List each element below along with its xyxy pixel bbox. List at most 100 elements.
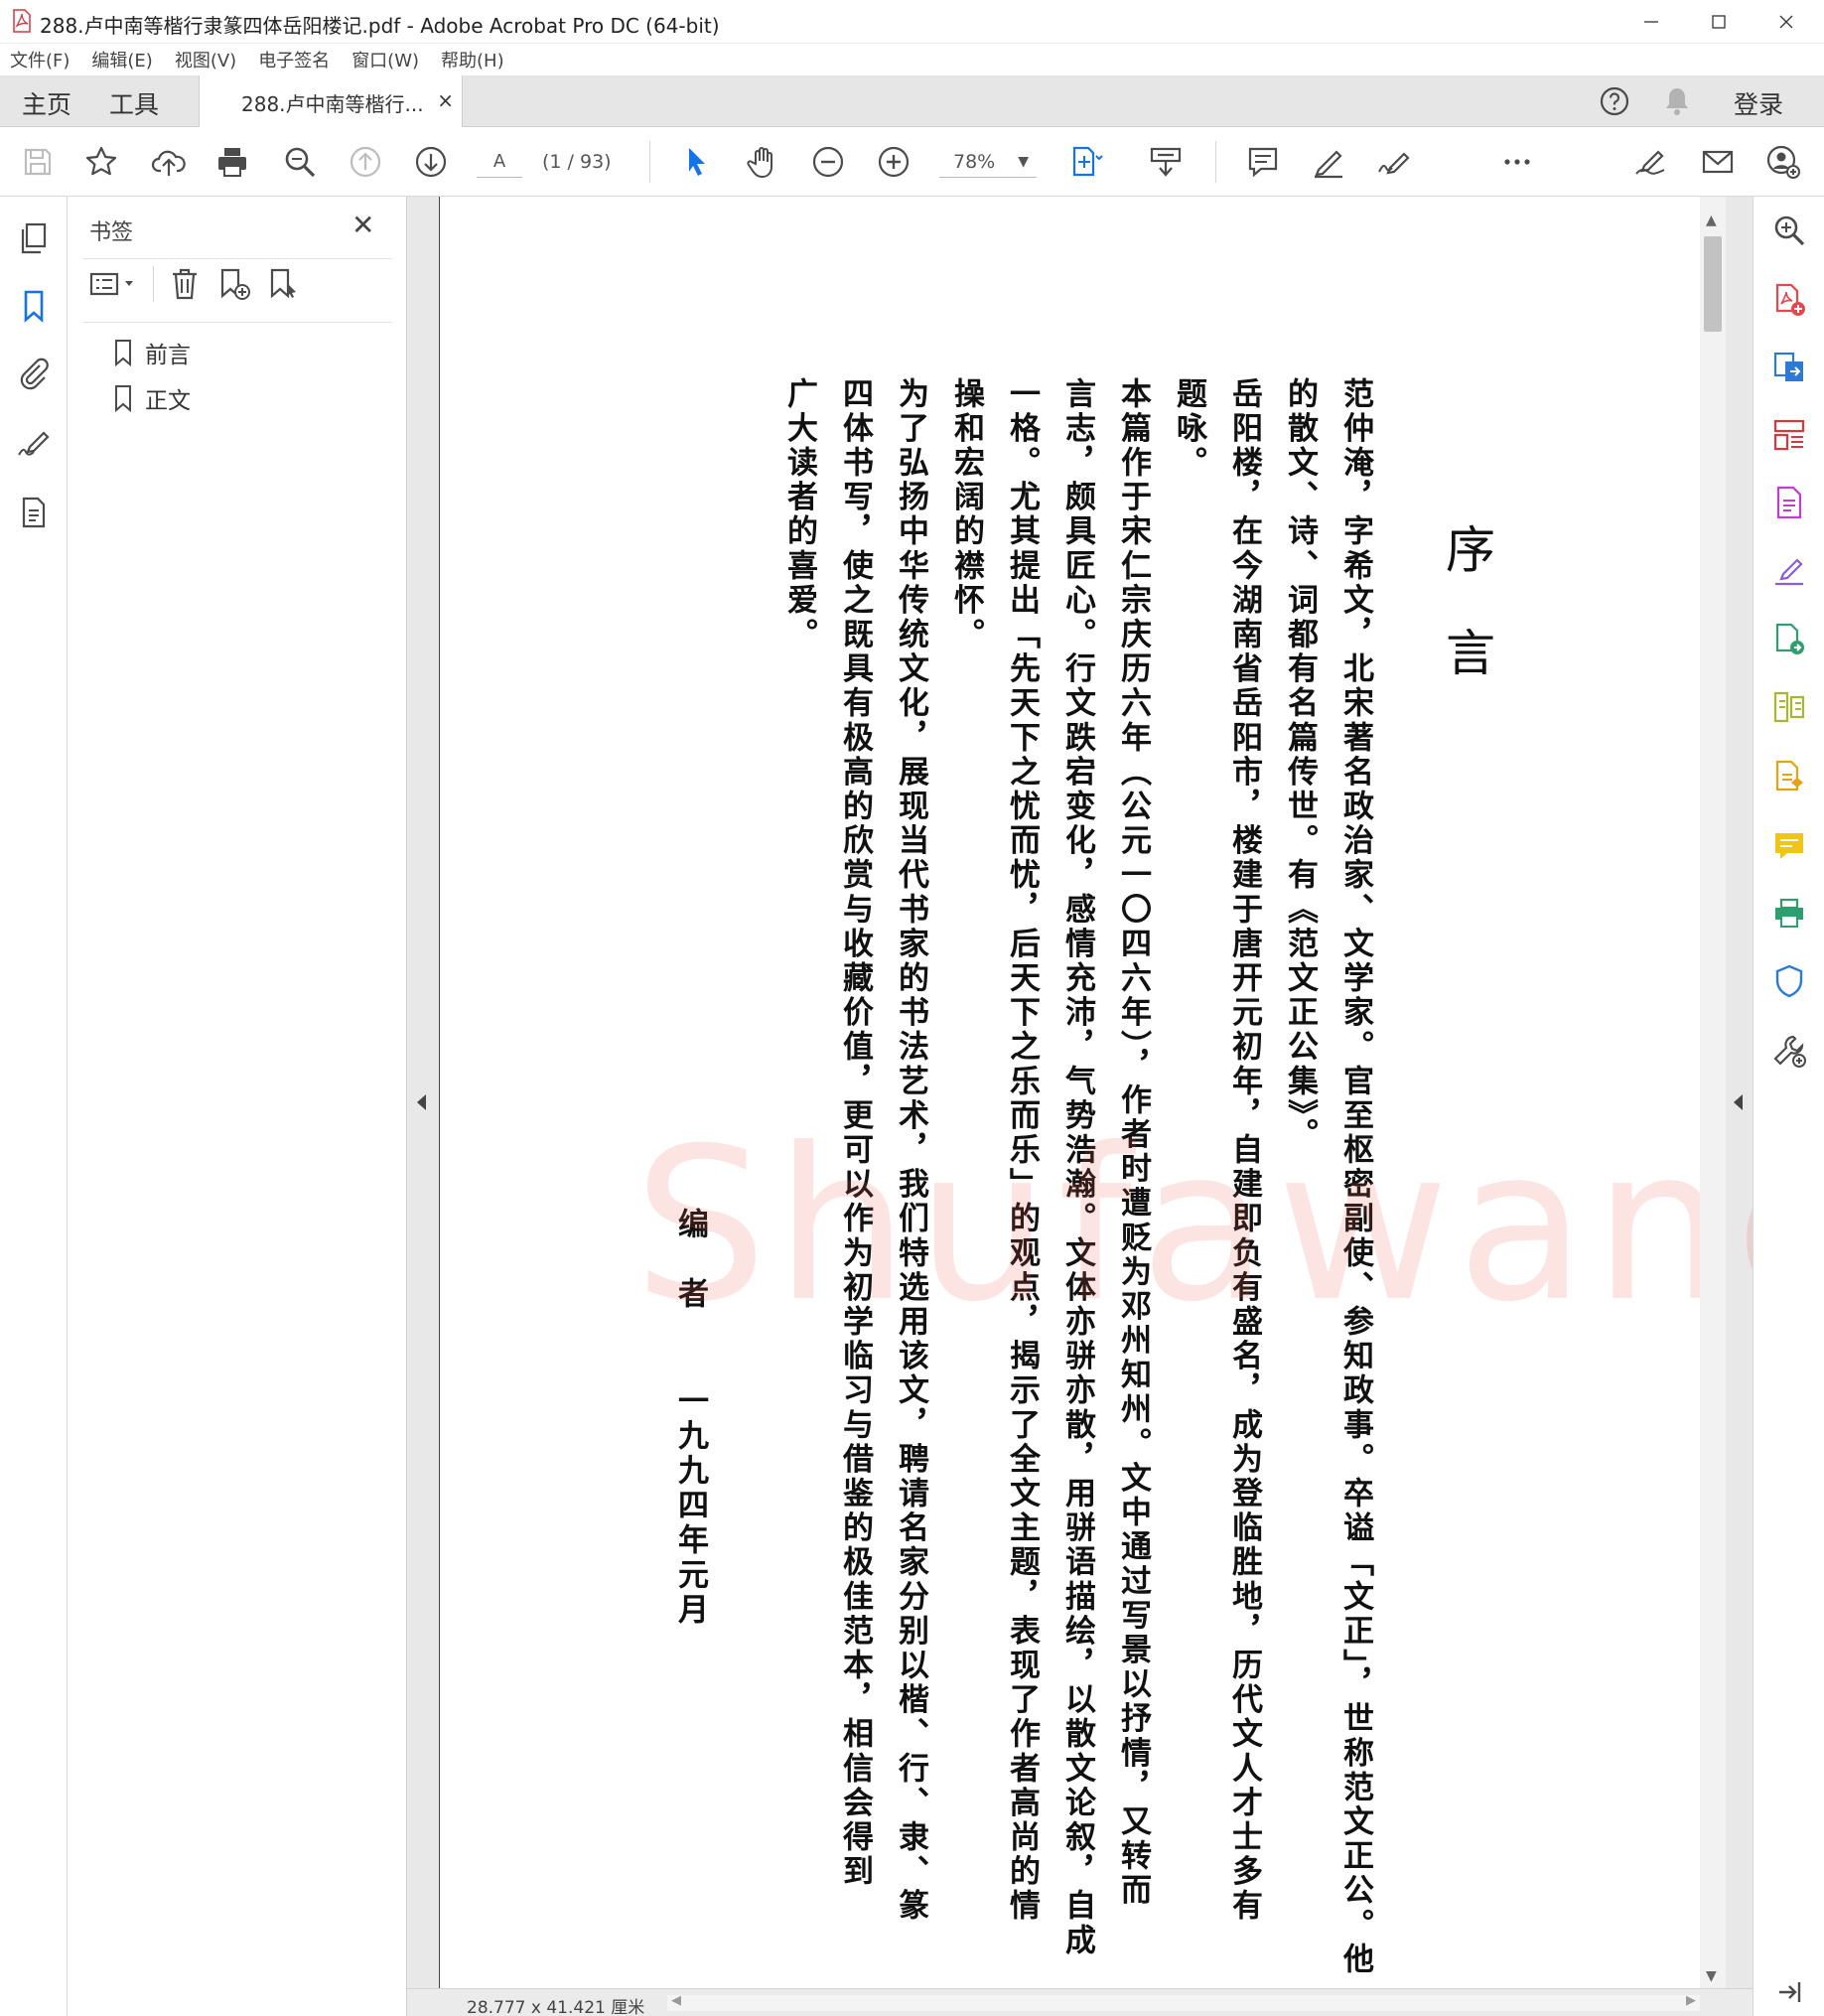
bookmark-item-main-text[interactable]: 正文 <box>113 381 191 415</box>
search-zoom-icon[interactable] <box>1771 213 1807 248</box>
page-thumbnails-icon[interactable] <box>16 220 52 256</box>
scroll-right-arrow-icon[interactable]: ▶ <box>1686 1993 1696 2008</box>
sign-button[interactable] <box>1374 142 1414 182</box>
scroll-up-arrow-icon[interactable]: ▲ <box>1706 213 1717 228</box>
toolbar-separator <box>1215 141 1216 183</box>
text-column: 为了弘扬中华传统文化，展现当代书家的书法艺术，我们特选用该文，聘请名家分别以楷、… <box>893 377 928 1924</box>
previous-page-button[interactable] <box>346 142 385 182</box>
highlighter-pen-icon <box>1315 150 1342 179</box>
magnifier-search-icon <box>285 147 316 178</box>
horizontal-scrollbar[interactable]: ◀ ▶ <box>667 1993 1700 2011</box>
collapse-left-panel-arrow-icon[interactable] <box>417 1094 426 1110</box>
bookmark-options-icon[interactable] <box>89 266 139 302</box>
arrow-down-circle-icon <box>415 146 447 178</box>
bookmark-star-button[interactable] <box>81 142 121 182</box>
signature-char: 编 <box>672 1208 708 1238</box>
help-icon[interactable] <box>1599 85 1630 117</box>
page-dimensions: 28.777 x 41.421 厘米 <box>467 1998 645 2016</box>
presentation-icon <box>1150 147 1182 177</box>
comment-tool-icon[interactable] <box>1771 828 1807 864</box>
text-column: 的散文、诗、词都有名篇传世。有《范文正公集》。 <box>1282 377 1318 1153</box>
bookmark-item-label: 正文 <box>145 388 191 414</box>
new-bookmark-icon[interactable] <box>216 266 252 302</box>
bookmark-item-preface[interactable]: 前言 <box>113 336 191 369</box>
page-number-input[interactable]: A <box>477 146 522 178</box>
print-production-icon[interactable] <box>1771 896 1807 932</box>
more-dots-icon <box>1504 159 1530 165</box>
text-column: 广大读者的喜爱。 <box>781 377 817 652</box>
toolbar: A (1 / 93) 78% ▼ <box>0 127 1824 197</box>
hand-tool-button[interactable] <box>743 142 782 182</box>
menu-file[interactable]: 文件(F) <box>10 47 70 72</box>
scroll-left-arrow-icon[interactable]: ◀ <box>671 1993 681 2008</box>
fit-page-button[interactable] <box>1066 142 1106 182</box>
edit-pdf-icon[interactable] <box>1771 485 1807 520</box>
fill-and-sign-icon[interactable] <box>1771 552 1807 588</box>
window-title: 288.卢中南等楷行隶篆四体岳阳楼记.pdf - Adobe Acrobat P… <box>40 14 720 38</box>
page-heading-char: 序 <box>1446 521 1495 579</box>
scrollbar-thumb[interactable] <box>1704 236 1722 332</box>
notification-bell-icon[interactable] <box>1662 85 1692 117</box>
trash-delete-icon[interactable] <box>167 266 203 302</box>
send-for-review-icon[interactable] <box>1771 759 1807 794</box>
share-user-button[interactable] <box>1763 142 1803 182</box>
document-layers-icon[interactable] <box>16 495 52 530</box>
fill-sign-button[interactable] <box>1630 142 1670 182</box>
close-panel-button[interactable]: ✕ <box>351 209 374 241</box>
arrow-up-circle-icon <box>350 146 381 178</box>
minimize-button[interactable] <box>1617 0 1685 44</box>
export-pdf-icon[interactable] <box>1771 350 1807 385</box>
menu-edit[interactable]: 编辑(E) <box>91 47 152 72</box>
find-button[interactable] <box>280 142 320 182</box>
more-tools-button[interactable] <box>1497 142 1537 182</box>
text-column: 四体书写，使之既具有极高的欣赏与收藏价值，更可以作为初学临习与借鉴的极佳范本，相… <box>837 377 873 1890</box>
upload-cloud-button[interactable] <box>149 142 189 182</box>
zoom-level-select[interactable]: 78% ▼ <box>939 146 1037 178</box>
document-view[interactable]: 序 言 范仲淹，字希文，北宋著名政治家、文学家。官至枢密副使、参知政事。卒谥「文… <box>407 197 1824 1988</box>
create-pdf-icon[interactable] <box>1771 282 1807 318</box>
text-column: 操和宏阔的襟怀。 <box>948 377 984 652</box>
email-button[interactable] <box>1698 142 1738 182</box>
paperclip-attachments-icon[interactable] <box>16 356 52 391</box>
close-window-button[interactable] <box>1753 0 1820 44</box>
tab-close-button[interactable]: × <box>437 88 454 112</box>
text-column: 岳阳楼，在今湖南省岳阳市，楼建于唐开元初年，自建即负有盛名，成为登临胜地，历代文… <box>1226 377 1262 1924</box>
login-button[interactable]: 登录 <box>1734 85 1783 121</box>
page-fit-icon <box>1072 146 1103 177</box>
comment-icon <box>1248 147 1278 178</box>
compress-pdf-icon[interactable] <box>1771 622 1807 657</box>
vertical-scrollbar[interactable]: ▲ ▼ <box>1700 197 1726 1988</box>
text-column: 言志，颇具匠心。行文跌宕变化，感情充沛，气势浩瀚。文体亦骈亦散，用骈语描绘，以散… <box>1059 377 1095 1958</box>
pen-sign-icon <box>1635 150 1665 175</box>
toolbar-separator <box>649 141 650 183</box>
menu-esign[interactable]: 电子签名 <box>258 47 330 72</box>
protect-shield-icon[interactable] <box>1771 963 1807 999</box>
tab-home[interactable]: 主页 <box>22 85 71 121</box>
menu-window[interactable]: 窗口(W) <box>351 47 419 72</box>
bookmark-from-selection-icon[interactable] <box>266 266 302 302</box>
scroll-down-arrow-icon[interactable]: ▼ <box>1706 1968 1717 1984</box>
select-tool-button[interactable] <box>677 142 717 182</box>
menu-help[interactable]: 帮助(H) <box>441 47 504 72</box>
organize-pages-icon[interactable] <box>1771 417 1807 453</box>
compare-files-icon[interactable] <box>1771 689 1807 725</box>
read-mode-button[interactable] <box>1146 142 1186 182</box>
menu-view[interactable]: 视图(V) <box>175 47 236 72</box>
save-button[interactable] <box>18 142 58 182</box>
zoom-out-button[interactable] <box>808 142 848 182</box>
print-button[interactable] <box>212 142 252 182</box>
bookmark-panel-icon[interactable] <box>16 288 52 324</box>
maximize-button[interactable] <box>1685 0 1753 44</box>
more-tools-wrench-icon[interactable] <box>1771 1033 1807 1069</box>
tab-tools[interactable]: 工具 <box>109 85 159 121</box>
right-tools-rail <box>1753 197 1824 2016</box>
signature-panel-icon[interactable] <box>16 425 52 461</box>
panel-divider <box>83 322 391 323</box>
next-page-button[interactable] <box>411 142 451 182</box>
zoom-in-button[interactable] <box>874 142 913 182</box>
tab-document[interactable]: 288.卢中南等楷行... × <box>199 75 463 127</box>
collapse-tools-pane-icon[interactable] <box>1771 1974 1807 2010</box>
collapse-right-panel-arrow-icon[interactable] <box>1734 1094 1743 1110</box>
highlight-button[interactable] <box>1309 142 1348 182</box>
comment-button[interactable] <box>1243 142 1283 182</box>
